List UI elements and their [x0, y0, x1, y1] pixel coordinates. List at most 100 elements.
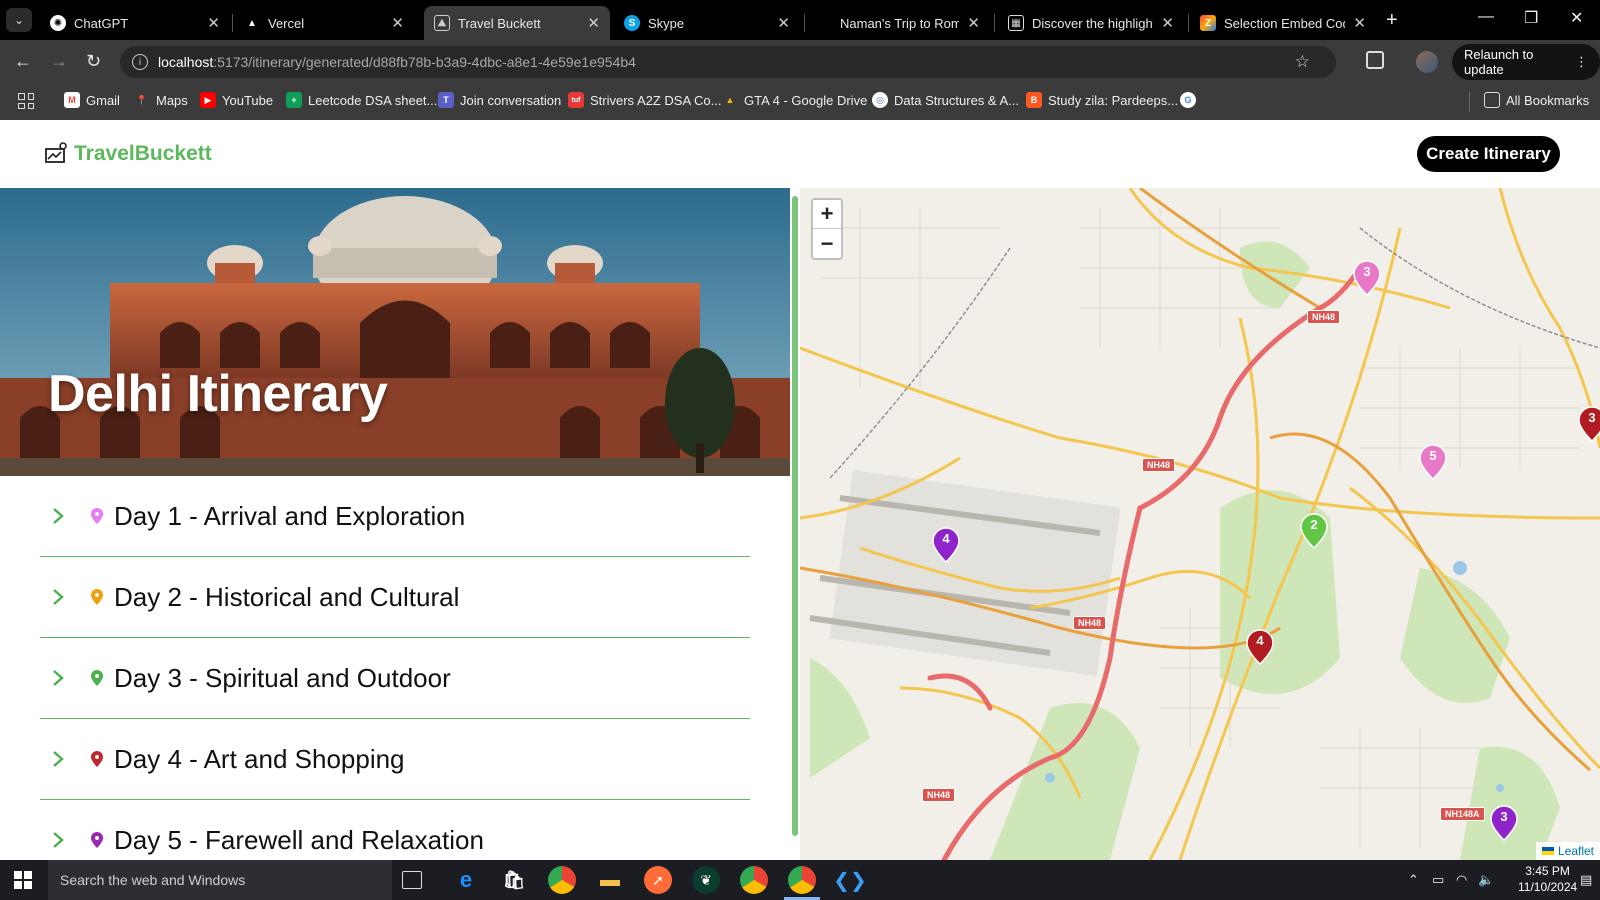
bookmark-join-conversation[interactable]: T Join conversation: [438, 92, 561, 108]
map-marker[interactable]: 4: [932, 527, 960, 564]
zoom-out-button[interactable]: −: [813, 229, 841, 258]
map-tiles: [800, 188, 1600, 860]
vercel-icon: ▲: [247, 17, 257, 29]
postman-icon[interactable]: ➚: [644, 866, 672, 894]
chrome-icon[interactable]: [548, 866, 576, 894]
volume-icon[interactable]: 🔈: [1478, 872, 1494, 888]
day-accordion-5[interactable]: Day 5 - Farewell and Relaxation: [40, 800, 750, 860]
window-close-icon[interactable]: ✕: [1570, 8, 1583, 28]
bookmark-youtube[interactable]: ▶ YouTube: [200, 92, 273, 108]
task-view-icon[interactable]: [402, 871, 422, 889]
relaunch-button[interactable]: Relaunch to update ⋮: [1452, 44, 1600, 80]
all-bookmarks[interactable]: All Bookmarks: [1484, 92, 1589, 108]
bookmark-strivers[interactable]: tuf Strivers A2Z DSA Co...: [568, 92, 722, 108]
humayun-tomb-image: [0, 188, 790, 476]
vscode-icon[interactable]: ❮❯: [833, 866, 867, 894]
close-icon[interactable]: ✕: [777, 14, 790, 32]
notification-icon[interactable]: ▤: [1580, 872, 1592, 888]
tab-search-button[interactable]: ⌄: [6, 8, 32, 32]
restore-icon[interactable]: ❐: [1524, 8, 1538, 28]
windows-start-icon[interactable]: [14, 871, 32, 889]
zoom-in-button[interactable]: +: [813, 200, 841, 229]
apps-grid-icon[interactable]: [18, 93, 34, 109]
scrollbar-thumb[interactable]: [792, 196, 798, 836]
bookmark-study-zila[interactable]: B Study zila: Pardeeps...: [1026, 92, 1178, 108]
store-icon[interactable]: 🛍: [500, 866, 528, 894]
edge-icon[interactable]: e: [452, 866, 480, 894]
more-vertical-icon: ⋮: [1575, 54, 1588, 69]
tab-discover-highlights[interactable]: ▦ Discover the highlights ✕: [998, 6, 1184, 40]
tab-chatgpt[interactable]: ✺ ChatGPT ✕: [40, 6, 230, 40]
tab-title: Skype: [648, 15, 685, 31]
day-accordion-1[interactable]: Day 1 - Arrival and Exploration: [40, 476, 750, 557]
map-marker[interactable]: 5: [1419, 444, 1447, 481]
wifi-icon[interactable]: ◠: [1456, 872, 1467, 888]
forward-arrow-icon[interactable]: →: [50, 51, 68, 72]
back-arrow-icon[interactable]: ←: [14, 51, 32, 72]
road-shield: NH48: [922, 788, 956, 802]
tab-namans-trip[interactable]: Naman's Trip to Rome, ✕: [830, 6, 990, 40]
close-icon[interactable]: ✕: [207, 14, 220, 32]
create-itinerary-button[interactable]: Create Itinerary: [1417, 136, 1560, 172]
chrome-active-icon[interactable]: [788, 866, 816, 894]
clock-time: 3:45 PM: [1525, 864, 1570, 878]
bookmark-gta4-drive[interactable]: ▲ GTA 4 - Google Drive: [722, 92, 868, 108]
file-explorer-icon[interactable]: ▬: [596, 866, 624, 894]
day-accordion-4[interactable]: Day 4 - Art and Shopping: [40, 719, 750, 800]
address-bar[interactable]: i localhost:5173/itinerary/generated/d88…: [120, 46, 1336, 78]
chevron-up-icon[interactable]: ⌃: [1408, 872, 1419, 888]
app-header: [0, 120, 1600, 188]
map-marker[interactable]: 2: [1300, 513, 1328, 550]
profile-avatar[interactable]: [1416, 51, 1438, 73]
chatgpt-icon: ✺: [50, 15, 66, 31]
logo-map-icon[interactable]: [44, 141, 68, 170]
bookmark-leetcode[interactable]: + Leetcode DSA sheet...: [286, 92, 437, 108]
selection-icon: Z: [1200, 15, 1216, 31]
map-marker[interactable]: 3: [1353, 260, 1381, 297]
chrome-profile-icon[interactable]: [740, 866, 768, 894]
globe-icon: ◎: [872, 92, 888, 108]
brand-logo[interactable]: TravelBuckett: [74, 142, 212, 166]
new-tab-button[interactable]: +: [1386, 9, 1398, 32]
bookmark-gmail[interactable]: M Gmail: [64, 92, 120, 108]
drive-icon: ▲: [725, 95, 735, 105]
site-info-icon[interactable]: i: [132, 54, 148, 70]
map-marker[interactable]: 4: [1246, 629, 1274, 666]
extensions-icon[interactable]: [1366, 51, 1384, 69]
map-marker[interactable]: 3: [1490, 805, 1518, 842]
attribution-link[interactable]: Leaflet: [1558, 844, 1594, 858]
close-icon[interactable]: ✕: [967, 14, 980, 32]
bookmark-data-structures[interactable]: ◎ Data Structures & A...: [872, 92, 1019, 108]
tab-title: Selection Embed Code: [1224, 15, 1346, 31]
tab-selection-embed[interactable]: Z Selection Embed Code ✕: [1190, 6, 1376, 40]
system-clock[interactable]: 3:45 PM 11/10/2024: [1518, 863, 1577, 895]
travel-buckett-icon: ⛰: [434, 15, 450, 31]
close-icon[interactable]: ✕: [1353, 14, 1366, 32]
map-view[interactable]: + − NH48 NH48 NH48 NH48 NH148A 3 3 5 2 4…: [800, 188, 1600, 860]
day-accordion-2[interactable]: Day 2 - Historical and Cultural: [40, 557, 750, 638]
bookmark-star-icon[interactable]: ☆: [1295, 52, 1310, 72]
tab-travel-buckett[interactable]: ⛰ Travel Buckett ✕: [424, 6, 610, 40]
tab-title: Discover the highlights: [1032, 15, 1154, 31]
close-icon[interactable]: ✕: [1161, 14, 1174, 32]
map-pin-icon: [90, 750, 104, 768]
tab-vercel[interactable]: ▲ Vercel ✕: [234, 6, 414, 40]
chevron-down-icon: ⌄: [13, 13, 25, 27]
map-attribution[interactable]: Leaflet: [1535, 842, 1600, 860]
close-icon[interactable]: ✕: [587, 14, 600, 32]
taskbar-search-input[interactable]: Search the web and Windows: [48, 860, 392, 900]
tab-skype[interactable]: S Skype ✕: [614, 6, 800, 40]
battery-icon[interactable]: ▭: [1432, 872, 1444, 888]
day-accordion-3[interactable]: Day 3 - Spiritual and Outdoor: [40, 638, 750, 719]
bookmark-google[interactable]: G: [1180, 92, 1196, 108]
bookmark-maps[interactable]: 📍 Maps: [134, 92, 187, 108]
map-marker[interactable]: 3: [1578, 406, 1600, 443]
day-title: Day 1 - Arrival and Exploration: [114, 500, 466, 531]
tab-separator: [994, 14, 995, 32]
reload-icon[interactable]: ↻: [86, 51, 101, 72]
skype-icon: S: [624, 15, 640, 31]
teams-icon: T: [438, 92, 454, 108]
minimize-icon[interactable]: —: [1478, 8, 1494, 26]
close-icon[interactable]: ✕: [391, 14, 404, 32]
mongodb-icon[interactable]: ❦: [692, 866, 720, 894]
